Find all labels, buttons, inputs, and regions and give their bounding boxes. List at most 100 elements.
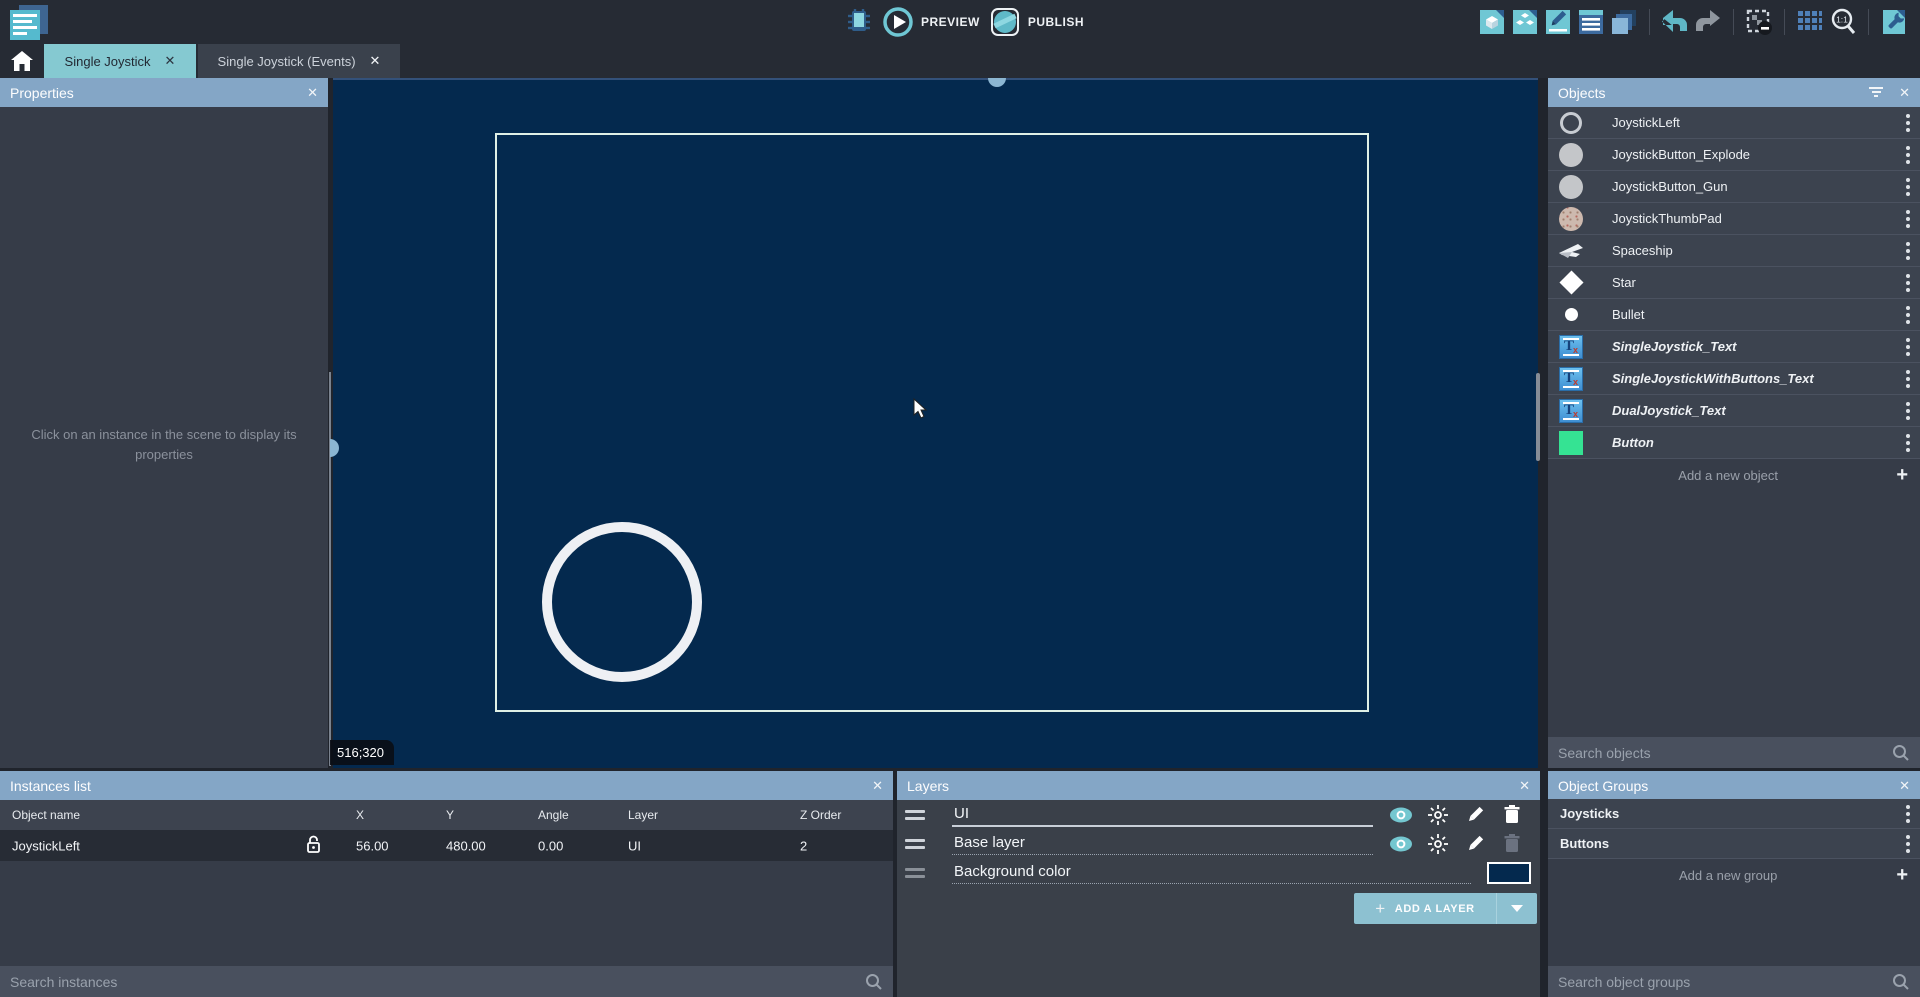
filter-icon[interactable] [1869,87,1883,99]
gdevelop-window: PREVIEW PUBLISH [0,0,1920,997]
tab-single-joystick-events[interactable]: Single Joystick (Events) [198,44,400,78]
object-menu-dots-icon[interactable] [1906,249,1910,253]
undo-icon[interactable] [1661,7,1689,37]
object-menu-dots-icon[interactable] [1906,313,1910,317]
col-y[interactable]: Y [446,808,454,822]
layer-row-base[interactable]: Base layer [897,829,1540,858]
redo-icon[interactable] [1694,7,1722,37]
object-row-joystickthumbpad[interactable]: JoystickThumbPad [1548,203,1920,235]
open-objects-panel-icon[interactable] [1478,7,1506,37]
properties-close-icon[interactable] [307,84,318,102]
object-menu-dots-icon[interactable] [1906,185,1910,189]
open-properties-panel-icon[interactable] [1544,7,1572,37]
object-menu-dots-icon[interactable] [1906,153,1910,157]
scene-tools-icon[interactable] [1880,7,1908,37]
ring-icon [1560,112,1582,134]
object-row-button[interactable]: Button [1548,427,1920,459]
top-toolbar: PREVIEW PUBLISH [0,0,1920,44]
layer-effects-icon[interactable] [1426,804,1450,826]
plus-icon [1375,899,1386,919]
instance-x: 56.00 [356,838,389,853]
group-row-buttons[interactable]: Buttons [1548,829,1920,859]
object-row-joystickbutton-explode[interactable]: JoystickButton_Explode [1548,139,1920,171]
object-menu-dots-icon[interactable] [1906,345,1910,349]
layer-name-field[interactable]: Base layer [952,832,1373,855]
col-angle[interactable]: Angle [538,808,569,822]
object-row-dualjoystick-text[interactable]: Tx DualJoystick_Text [1548,395,1920,427]
objects-panel-scrollbar[interactable] [1536,373,1540,461]
instances-search-input[interactable] [10,974,865,990]
group-menu-dots-icon[interactable] [1906,812,1910,816]
publish-button[interactable]: PUBLISH [990,7,1084,37]
instance-z-order: 2 [800,838,807,853]
objects-search-input[interactable] [1558,745,1892,761]
home-tab-button[interactable] [0,44,44,78]
layer-effects-icon[interactable] [1426,833,1450,855]
selection-mask-icon[interactable] [1745,7,1773,37]
open-object-groups-panel-icon[interactable] [1511,7,1539,37]
col-x[interactable]: X [356,808,364,822]
joystick-instance[interactable] [542,522,702,682]
objects-search-bar [1548,737,1920,768]
background-color-swatch[interactable] [1487,862,1531,884]
app-logo-icon[interactable] [10,5,50,40]
add-object-button[interactable]: Add a new object [1548,459,1920,491]
object-menu-dots-icon[interactable] [1906,377,1910,381]
instance-row-joystickleft[interactable]: JoystickLeft 56.00 480.00 0.00 UI 2 [0,830,893,861]
object-row-singlejoystickwithbuttons-text[interactable]: Tx SingleJoystickWithButtons_Text [1548,363,1920,395]
object-groups-close-icon[interactable] [1899,777,1910,795]
open-instances-list-icon[interactable] [1577,7,1605,37]
object-row-joystickleft[interactable]: JoystickLeft [1548,107,1920,139]
delete-trash-icon[interactable] [1500,804,1524,826]
object-menu-dots-icon[interactable] [1906,441,1910,445]
zoom-1-1-icon[interactable]: 1:1 [1829,7,1857,37]
col-z-order[interactable]: Z Order [800,808,841,822]
tab-close-icon[interactable] [165,53,176,69]
edit-pencil-icon[interactable] [1463,804,1487,826]
grid-icon[interactable] [1796,7,1824,37]
add-group-button[interactable]: Add a new group [1548,859,1920,891]
open-layers-panel-icon[interactable] [1610,7,1638,37]
object-row-singlejoystick-text[interactable]: Tx SingleJoystick_Text [1548,331,1920,363]
drag-handle-icon[interactable] [905,810,925,820]
col-object-name[interactable]: Object name [12,808,80,822]
object-menu-dots-icon[interactable] [1906,409,1910,413]
scene-canvas[interactable] [333,78,1538,768]
instances-close-icon[interactable] [872,777,883,795]
object-menu-dots-icon[interactable] [1906,217,1910,221]
drag-handle-icon [905,868,925,878]
search-icon [1892,973,1910,991]
layer-row-background-color[interactable]: Background color [897,858,1540,887]
layer-name-field[interactable]: UI [952,803,1373,827]
properties-scrollbar[interactable] [329,372,331,766]
object-menu-dots-icon[interactable] [1906,281,1910,285]
col-layer[interactable]: Layer [628,808,658,822]
layers-close-icon[interactable] [1519,777,1530,795]
object-row-spaceship[interactable]: Spaceship [1548,235,1920,267]
group-menu-dots-icon[interactable] [1906,842,1910,846]
tab-close-icon[interactable] [370,53,381,69]
objects-close-icon[interactable] [1899,84,1910,102]
layers-panel-header: Layers [897,771,1540,800]
add-layer-button[interactable]: ADD A LAYER [1354,893,1537,924]
add-layer-dropdown[interactable] [1497,893,1537,924]
publish-label: PUBLISH [1028,15,1084,29]
preview-button[interactable]: PREVIEW [883,7,980,37]
object-label: SingleJoystickWithButtons_Text [1612,371,1896,386]
layer-row-ui[interactable]: UI [897,800,1540,829]
spaceship-icon [1558,242,1584,260]
object-menu-dots-icon[interactable] [1906,121,1910,125]
object-row-bullet[interactable]: Bullet [1548,299,1920,331]
object-groups-search-input[interactable] [1558,974,1892,990]
drag-handle-icon[interactable] [905,839,925,849]
debugger-icon[interactable] [845,7,873,37]
group-row-joysticks[interactable]: Joysticks [1548,799,1920,829]
instance-angle: 0.00 [538,838,563,853]
unlock-icon[interactable] [306,835,321,857]
object-row-star[interactable]: Star [1548,267,1920,299]
visibility-eye-icon[interactable] [1389,833,1413,855]
tab-single-joystick[interactable]: Single Joystick [44,44,196,78]
edit-pencil-icon[interactable] [1463,833,1487,855]
visibility-eye-icon[interactable] [1389,804,1413,826]
object-row-joystickbutton-gun[interactable]: JoystickButton_Gun [1548,171,1920,203]
